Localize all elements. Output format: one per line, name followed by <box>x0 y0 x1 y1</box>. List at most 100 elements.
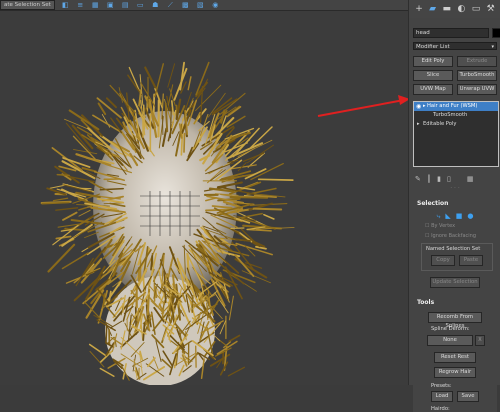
stack-item-hair-and-fur[interactable]: ◉ ▸ Hair and Fur (WSM) <box>414 102 498 111</box>
selection-rollout-title[interactable]: Selection <box>413 199 497 209</box>
layer-icon[interactable]: ≡ <box>76 1 85 9</box>
render-setup-icon[interactable]: ▤ <box>121 1 130 9</box>
hair-strand <box>196 85 221 110</box>
update-selection-button[interactable]: Update Selection <box>430 277 480 288</box>
hair-strand <box>206 209 242 210</box>
turbosmooth-button[interactable]: TurboSmooth <box>457 70 497 81</box>
hair-strand <box>254 209 282 210</box>
guides-icon[interactable]: ⤷ <box>436 212 440 221</box>
modifier-list-dropdown[interactable]: Modifier List ▾ <box>413 42 497 50</box>
hair-strand <box>63 213 77 220</box>
motion-tab-icon[interactable]: ◐ <box>457 4 465 14</box>
load-button[interactable]: Load <box>431 391 453 402</box>
copy-button[interactable]: Copy <box>431 255 455 266</box>
paste-button[interactable]: Paste <box>459 255 483 266</box>
selection-set-dropdown[interactable]: ate Selection Set <box>0 0 55 10</box>
configure-sets-icon[interactable]: ▦ <box>467 175 474 183</box>
render-frame-icon[interactable]: ▭ <box>136 1 145 9</box>
element-icon[interactable]: ● <box>467 212 473 221</box>
hair-strand <box>63 253 88 268</box>
hair-strand <box>168 64 175 87</box>
hair-strand <box>83 168 96 171</box>
hair-strand <box>107 98 116 107</box>
create-tab-icon[interactable]: + <box>415 4 423 14</box>
selection-set-icon[interactable]: ◧ <box>61 1 70 9</box>
regrow-hair-button[interactable]: Regrow Hair <box>434 367 476 378</box>
hair-strand <box>231 197 268 198</box>
wrench-icon[interactable]: ▧ <box>196 1 205 9</box>
hair-strand <box>145 68 156 89</box>
hair-strand <box>221 362 228 375</box>
hair-strand <box>188 77 191 90</box>
by-vertex-checkbox[interactable]: ☐ By Vertex <box>413 221 497 231</box>
expand-icon[interactable]: ▸ <box>423 102 426 111</box>
hair-strand <box>217 342 237 354</box>
hair-strand <box>251 164 283 180</box>
hair-strand <box>184 134 185 152</box>
recomb-from-splines-button[interactable]: Recomb From Splines <box>428 312 482 323</box>
make-unique-icon[interactable]: ▮ <box>437 175 441 183</box>
display-tab-icon[interactable]: ▭ <box>472 4 481 14</box>
hair-strand <box>54 198 68 200</box>
modify-tab-icon[interactable]: ▰ <box>429 4 436 14</box>
tools-rollout: Tools Recomb From Splines Spline Deform:… <box>413 298 497 412</box>
hierarchy-tab-icon[interactable]: ▬ <box>443 4 452 14</box>
hair-strand <box>247 230 271 231</box>
save-button[interactable]: Save <box>457 391 479 402</box>
edit-poly-button[interactable]: Edit Poly <box>413 56 453 67</box>
hair-strand <box>49 245 75 272</box>
modifier-stack: ◉ ▸ Hair and Fur (WSM) TurboSmooth ▸ Edi… <box>413 101 499 167</box>
schematic-icon[interactable]: ▩ <box>181 1 190 9</box>
stack-item-editable-poly[interactable]: ▸ Editable Poly <box>414 120 498 129</box>
utilities-tab-icon[interactable]: ⚒ <box>487 4 495 14</box>
named-selection-label: Named Selection Set <box>426 246 488 252</box>
hair-strand <box>100 369 114 377</box>
unwrap-uvw-button[interactable]: Unwrap UVW <box>457 84 497 95</box>
presets-buttons: Load Save <box>413 391 497 402</box>
render-icon[interactable]: ☗ <box>151 1 160 9</box>
dropdown-arrow-icon: ▾ <box>491 43 494 51</box>
pin-stack-icon[interactable]: ✎ <box>415 175 421 183</box>
face-icon[interactable]: ◣ <box>445 212 450 221</box>
modifier-list-label: Modifier List <box>416 44 450 50</box>
clear-spline-button[interactable]: X <box>475 335 485 346</box>
modifier-buttons: Edit Poly Extrude Slice TurboSmooth UVW … <box>413 56 500 95</box>
material-editor-icon[interactable]: ▣ <box>106 1 115 9</box>
eye-icon[interactable]: ◉ <box>416 102 421 111</box>
spline-none-button[interactable]: None <box>427 335 473 346</box>
hair-strand <box>85 232 99 237</box>
object-color-swatch[interactable] <box>492 28 500 38</box>
sub-object-icons: ⤷ ◣ ■ ● <box>413 212 497 221</box>
curve-editor-icon[interactable]: ⟋ <box>166 1 175 9</box>
ignore-backfacing-checkbox[interactable]: ☐ Ignore Backfacing <box>413 231 497 241</box>
teapot-icon[interactable]: ◉ <box>211 1 220 9</box>
uvw-map-button[interactable]: UVW Map <box>413 84 453 95</box>
panel-divider[interactable]: · · · <box>409 185 500 195</box>
hair-strand <box>151 256 152 270</box>
scene-explorer-icon[interactable]: ▦ <box>91 1 100 9</box>
hair-strand <box>155 64 163 97</box>
expand-icon[interactable]: ▸ <box>417 120 420 129</box>
extrude-button[interactable]: Extrude <box>457 56 497 67</box>
hair-strand <box>128 75 141 94</box>
spline-deform-label: Spline Deform: <box>431 326 497 332</box>
stack-item-turbosmooth[interactable]: TurboSmooth <box>414 111 498 120</box>
remove-modifier-icon[interactable]: ▯ <box>447 175 451 183</box>
show-end-result-icon[interactable]: ┃ <box>427 175 431 183</box>
hair-strand <box>108 210 118 211</box>
hair-strand <box>103 294 104 307</box>
hair-strand <box>228 106 239 114</box>
reset-rest-button[interactable]: Reset Rest <box>434 352 476 363</box>
hair-strand <box>106 326 107 343</box>
hair-strand <box>57 175 69 176</box>
hair-strand <box>63 184 93 192</box>
object-name-field[interactable]: head <box>413 28 489 38</box>
slice-button[interactable]: Slice <box>413 70 453 81</box>
hair-strand <box>111 118 122 133</box>
viewport[interactable] <box>0 11 408 385</box>
tools-rollout-title[interactable]: Tools <box>413 298 497 308</box>
named-selection-group: Named Selection Set Copy Paste <box>421 243 493 271</box>
polygon-icon[interactable]: ■ <box>456 212 463 221</box>
by-vertex-label: By Vertex <box>431 223 455 229</box>
ignore-backfacing-label: Ignore Backfacing <box>431 233 476 239</box>
